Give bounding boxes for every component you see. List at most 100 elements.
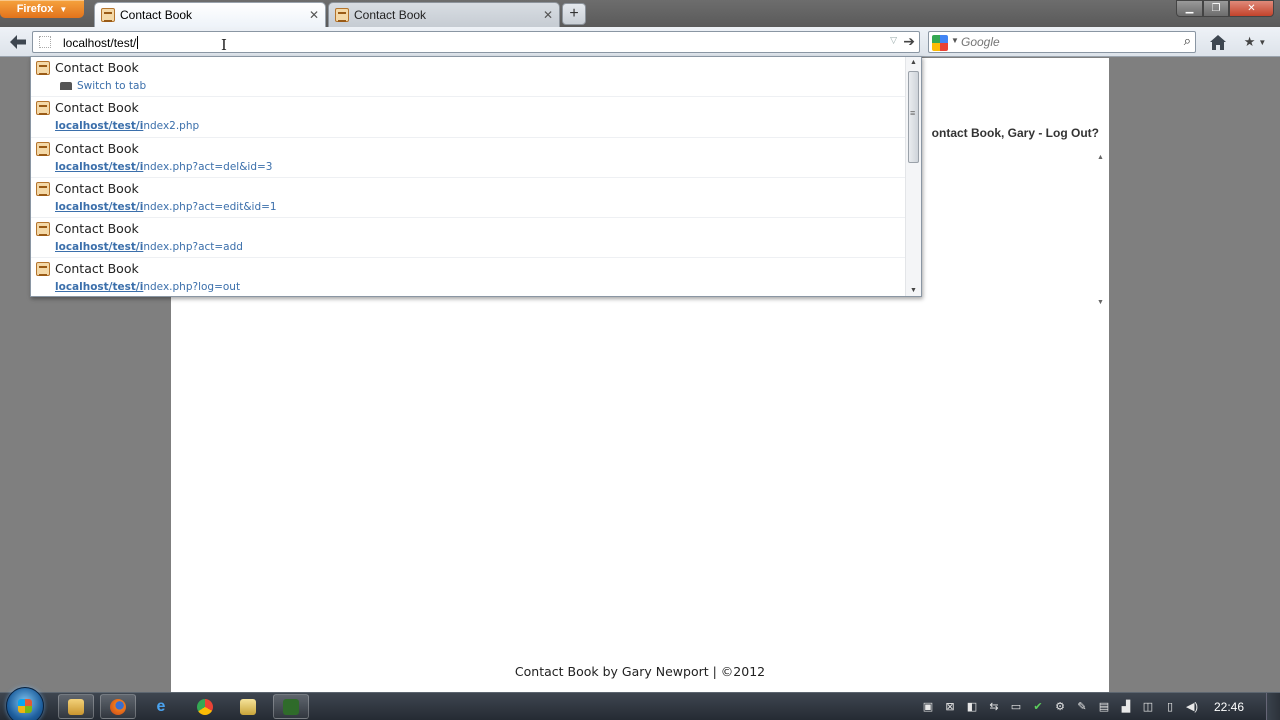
autocomplete-url: localhost/test/index.php?act=add [55, 241, 243, 253]
tab-contact-book-active[interactable]: Contact Book ✕ [94, 2, 326, 27]
favicon-icon [36, 101, 50, 116]
autocomplete-url: localhost/test/index.php?act=edit&id=1 [55, 201, 277, 213]
scroll-up-icon[interactable]: ▲ [1097, 154, 1104, 161]
start-button[interactable] [6, 687, 44, 720]
autocomplete-url: localhost/test/index.php?log=out [55, 281, 240, 293]
close-tab-icon[interactable]: ✕ [543, 8, 553, 22]
firefox-menu-label: Firefox [16, 3, 54, 15]
windows-taskbar: e ▣ ⊠ ◧ ⇆ ▭ ✔ ⚙ ✎ ▤ ▟ ◫ ▯ ◀) 22:46 [0, 687, 1280, 720]
search-bar[interactable]: ▼ ⌕ [928, 31, 1196, 53]
tray-app-icon[interactable]: ▭ [1008, 698, 1024, 714]
favicon-icon [335, 8, 349, 22]
back-arrow-icon [10, 35, 26, 49]
new-tab-button[interactable]: + [562, 3, 586, 25]
autocomplete-title: Contact Book [55, 261, 139, 277]
favicon-icon [36, 222, 50, 237]
autocomplete-title: Contact Book [55, 221, 139, 237]
autocomplete-title: Contact Book [55, 180, 139, 196]
history-dropdown-icon[interactable]: ▽ [890, 35, 897, 46]
chevron-down-icon: ▼ [59, 4, 68, 14]
favicon-icon [36, 61, 50, 75]
tray-signal-icon[interactable]: ▟ [1118, 698, 1134, 714]
tab-label: Contact Book [120, 8, 193, 22]
autocomplete-item[interactable]: Contact Book localhost/test/index.php?ac… [31, 138, 921, 178]
tray-app-icon[interactable]: ✎ [1074, 698, 1090, 714]
show-desktop-button[interactable] [1266, 693, 1280, 720]
navigation-toolbar: localhost/test/ ▽ ➔ ▼ ⌕ ★ ▼ [0, 27, 1280, 57]
search-icon[interactable]: ⌕ [1184, 33, 1191, 49]
autocomplete-scrollbar[interactable]: ▲ ▼ [905, 57, 921, 296]
scroll-down-icon[interactable]: ▼ [1097, 299, 1104, 306]
tray-app-icon[interactable]: ⚙ [1052, 698, 1068, 714]
inner-scrollbar[interactable]: ▲ ▼ [1095, 154, 1107, 306]
url-rest: ndex.php?act=del&id=3 [143, 160, 273, 173]
close-window-button[interactable]: ✕ [1229, 0, 1274, 17]
taskbar-media[interactable] [230, 694, 266, 719]
tab-label: Contact Book [354, 8, 427, 22]
back-button[interactable] [5, 30, 31, 54]
tray-app-icon[interactable]: ⊠ [942, 698, 958, 714]
url-rest: ndex.php?act=add [143, 241, 243, 254]
tab-contact-book[interactable]: Contact Book ✕ [328, 2, 560, 27]
autocomplete-title: Contact Book [55, 100, 139, 116]
bookmarks-button[interactable]: ★ ▼ [1238, 32, 1272, 52]
tray-app-icon[interactable]: ▤ [1096, 698, 1112, 714]
autocomplete-title: Contact Book [55, 140, 139, 156]
url-match: localhost/test/i [55, 160, 144, 173]
taskbar-clock[interactable]: 22:46 [1214, 700, 1244, 714]
autocomplete-item[interactable]: Contact Book Switch to tab [31, 57, 921, 98]
tray-app-icon[interactable]: ▣ [920, 698, 936, 714]
switch-to-tab-label: Switch to tab [77, 80, 147, 92]
favicon-icon [36, 141, 50, 156]
tray-check-icon[interactable]: ✔ [1030, 698, 1046, 714]
taskbar-chrome[interactable] [187, 694, 223, 719]
autocomplete-url: localhost/test/index2.php [55, 120, 199, 132]
google-icon[interactable] [932, 35, 948, 51]
tray-app-icon[interactable]: ◫ [1140, 698, 1156, 714]
autocomplete-item[interactable]: Contact Book localhost/test/index.php?lo… [31, 258, 921, 296]
scroll-down-icon[interactable]: ▼ [910, 287, 917, 294]
url-match: localhost/test/i [55, 241, 144, 254]
url-autocomplete-popup: Contact Book Switch to tab Contact Book … [30, 56, 922, 297]
scroll-up-icon[interactable]: ▲ [910, 59, 917, 66]
url-input-value[interactable]: localhost/test/ [63, 36, 138, 50]
autocomplete-title: Contact Book [55, 60, 139, 75]
scrollbar-thumb[interactable] [908, 71, 919, 163]
site-identity-icon[interactable] [39, 36, 51, 48]
media-icon [240, 698, 256, 715]
chevron-down-icon[interactable]: ▼ [951, 36, 959, 45]
close-tab-icon[interactable]: ✕ [309, 8, 319, 22]
address-bar[interactable]: localhost/test/ ▽ ➔ [32, 31, 920, 53]
autocomplete-item[interactable]: Contact Book localhost/test/index.php?ac… [31, 218, 921, 259]
taskbar-ie[interactable]: e [143, 694, 179, 719]
tray-app-icon[interactable]: ◧ [964, 698, 980, 714]
url-rest: ndex2.php [143, 120, 200, 133]
home-button[interactable] [1206, 30, 1230, 54]
firefox-icon [110, 698, 126, 715]
minimize-button[interactable]: ▁ [1176, 0, 1203, 17]
autocomplete-item[interactable]: Contact Book localhost/test/index2.php [31, 97, 921, 138]
dreamweaver-icon [283, 698, 299, 715]
page-footer: Contact Book by Gary Newport | ©2012 [514, 664, 766, 679]
tab-strip: Firefox ▼ Contact Book ✕ Contact Book ✕ … [0, 0, 1280, 27]
taskbar-explorer[interactable] [58, 694, 94, 719]
bookmark-star-icon: ★ [1243, 34, 1256, 49]
home-icon [1210, 34, 1226, 50]
window-controls: ▁ ❐ ✕ [1176, 0, 1274, 17]
tray-volume-icon[interactable]: ◀) [1184, 698, 1200, 714]
url-match: localhost/test/i [55, 120, 144, 133]
url-rest: ndex.php?log=out [143, 281, 241, 294]
taskbar-firefox[interactable] [100, 694, 136, 719]
tray-battery-icon[interactable]: ▯ [1162, 698, 1178, 714]
tray-network-icon[interactable]: ⇆ [986, 698, 1002, 714]
go-arrow-icon[interactable]: ➔ [903, 33, 915, 50]
maximize-button[interactable]: ❐ [1203, 0, 1229, 17]
url-match: localhost/test/i [55, 281, 144, 294]
firefox-menu-button[interactable]: Firefox ▼ [0, 0, 84, 18]
welcome-logout-link[interactable]: ontact Book, Gary - Log Out? [932, 126, 1099, 140]
taskbar-dreamweaver[interactable] [273, 694, 309, 719]
autocomplete-item[interactable]: Contact Book localhost/test/index.php?ac… [31, 178, 921, 219]
text-cursor-icon: I [221, 36, 227, 54]
switch-to-tab-icon [60, 82, 72, 90]
search-input[interactable] [961, 34, 1161, 50]
